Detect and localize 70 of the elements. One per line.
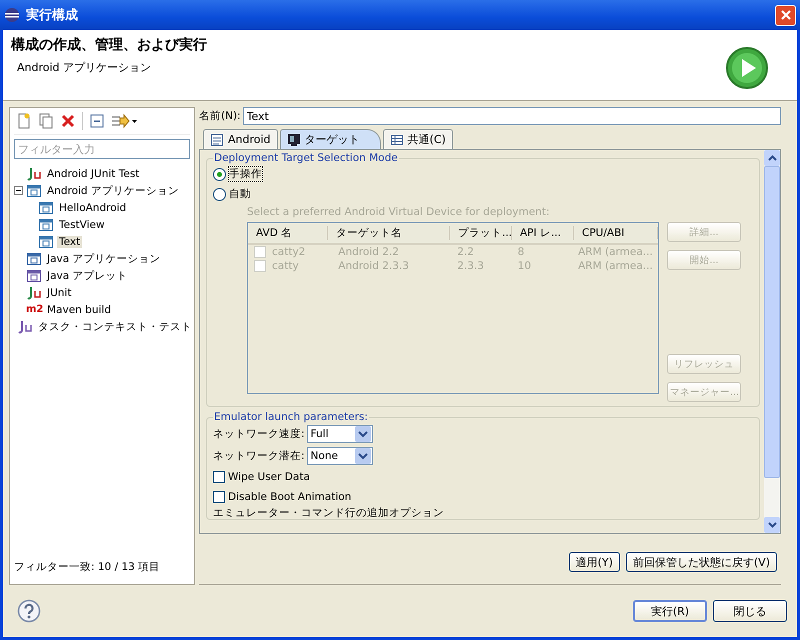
scroll-down-icon [768, 522, 776, 528]
tree-item[interactable]: Java アプレット [45, 268, 130, 282]
radio-circle[interactable] [213, 188, 226, 200]
group-title: Deployment Target Selection Mode [213, 152, 399, 164]
tree-item[interactable]: HelloAndroid [57, 202, 128, 214]
table-cell-text: ARM (armea... [577, 260, 654, 272]
filter-dropdown-icon[interactable] [111, 113, 137, 129]
window-title: 実行構成 [26, 6, 79, 24]
table-cell-text: ARM (armea... [577, 246, 654, 258]
form-button[interactable]: 前回保管した状態に戻す(V) [626, 552, 777, 572]
monitor-icon [286, 132, 301, 146]
play-icon [725, 46, 769, 90]
name-label: 名前(N): [199, 109, 241, 123]
tree-item[interactable]: Text [57, 236, 82, 248]
dialog-button[interactable]: 閉じる [713, 600, 787, 622]
tab[interactable]: 共通(C) [382, 129, 453, 149]
ju-icon [26, 166, 42, 182]
group-title: Emulator launch parameters: [213, 411, 369, 423]
table-cell-text: catty2 [271, 246, 306, 258]
tree-item[interactable]: Maven build [45, 304, 113, 316]
tree-item[interactable]: JUnit [45, 286, 74, 298]
form-button[interactable]: 適用(Y) [568, 552, 620, 572]
dropdown[interactable]: Full [306, 425, 373, 443]
radio-button[interactable]: 手操作 [213, 164, 753, 184]
eclipse-icon [4, 7, 20, 23]
table-cell-text: 8 [516, 246, 526, 258]
table-cell-text: 2.3.3 [456, 260, 485, 272]
select-label: ネットワーク速度: [213, 427, 305, 441]
tree-item[interactable]: Android アプリケーション [45, 184, 181, 198]
close-button[interactable] [775, 4, 796, 26]
filter-field[interactable]: フィルター入力 [14, 139, 190, 159]
tree-item[interactable]: Java アプリケーション [45, 252, 163, 266]
name-field[interactable]: Text [242, 107, 781, 125]
new-file-icon[interactable] [16, 113, 32, 129]
header-title: 構成の作成、管理、および実行 [11, 36, 207, 54]
table-cell-text: Android 2.3.3 [337, 260, 410, 272]
table-cell-text: 2.2 [456, 246, 475, 258]
document-icon [210, 132, 224, 146]
checkbox[interactable] [213, 491, 225, 503]
collapse-toggle-icon[interactable] [14, 186, 23, 195]
close-icon [780, 9, 792, 21]
copy-icon[interactable] [38, 113, 54, 129]
maven-icon: m2 [26, 304, 42, 315]
table-cell-text: catty [271, 260, 300, 272]
delete-icon[interactable] [60, 113, 76, 129]
collapse-icon[interactable] [89, 113, 105, 129]
tree-item[interactable]: TestView [57, 218, 107, 230]
ju-icon [26, 284, 42, 300]
radio-circle[interactable] [213, 168, 226, 180]
filter-status: フィルター一致: 10 / 13 項目 [14, 560, 162, 574]
tree-item[interactable]: タスク・コンテキスト・テスト [36, 320, 194, 334]
vertical-scrollbar[interactable] [764, 150, 780, 533]
dialog-button[interactable]: 実行(R) [633, 600, 707, 622]
avd-hint: Select a preferred Android Virtual Device for deployment: [247, 206, 550, 218]
radio-button[interactable]: 自動 [213, 184, 753, 204]
checkbox-label: Wipe User Data [228, 471, 310, 483]
scroll-up-icon [768, 155, 776, 161]
extra-options-label: エミュレーター・コマンド行の追加オプション [213, 507, 445, 519]
tab[interactable]: ターゲット [280, 129, 381, 149]
table-cell-text: 10 [516, 260, 532, 272]
header-subtitle: Android アプリケーション [17, 60, 152, 75]
table-cell-text: Android 2.2 [337, 246, 400, 258]
select-label: ネットワーク潜在: [213, 449, 305, 463]
checkbox-label: Disable Boot Animation [228, 491, 352, 503]
dropdown[interactable]: None [306, 447, 373, 465]
checkbox[interactable] [213, 471, 225, 483]
help-icon[interactable] [17, 599, 41, 623]
tab[interactable]: Android [203, 129, 278, 149]
tree-item[interactable]: Android JUnit Test [45, 168, 142, 180]
table-icon [390, 132, 404, 146]
